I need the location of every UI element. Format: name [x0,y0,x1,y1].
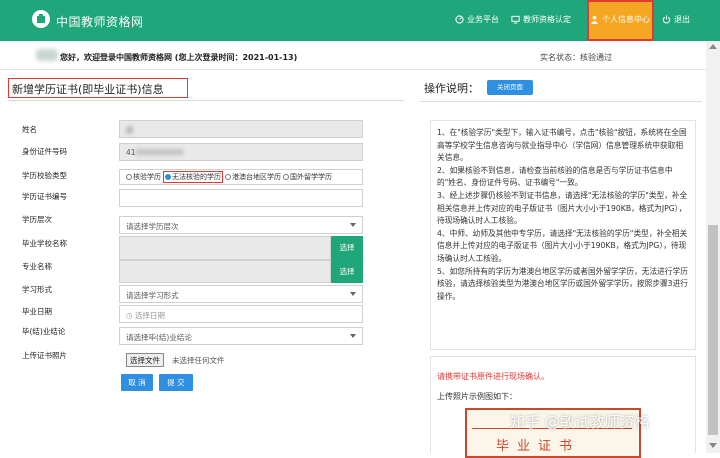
select-major-button[interactable]: 选择 [331,260,363,283]
nav-label: 退出 [674,15,690,24]
realname-status: 实名状态：核验通过 [540,53,612,62]
scrollbar-thumb[interactable] [708,225,718,435]
nav-label: 个人信息中心 [602,15,650,24]
cancel-button[interactable]: 取 消 [121,374,153,391]
name-field: 蔡 [119,120,363,138]
photo-label: 上传证书照片 [22,351,67,360]
nav-teacher-cert[interactable]: 教师资格认定 [511,14,571,25]
study-form-label: 学习形式 [22,285,52,294]
dashboard-icon [455,15,464,24]
select-school-button[interactable]: 选择 [331,236,363,260]
grad-date-label: 毕业日期 [22,307,52,316]
power-icon [662,15,671,24]
nav-personal-center[interactable]: 个人信息中心 [590,14,650,25]
instruction-item: 4、中师、幼师及其他中专学历，请选择"无法核验的学历"类型，补全相关信息并上传对… [437,228,688,263]
instruction-item: 5、如您所持有的学历为港澳台地区学历或者国外留学学历，无法进行学历核验，请选择核… [437,266,688,301]
verify-type-radio-group: 核验学历 无法核验的学历 港澳台地区学历 国外留学学历 [119,169,363,185]
warning-text: 请携带证书原件进行现场确认。 [437,372,549,381]
close-page-button[interactable]: 关闭页面 [487,80,533,95]
radio-verify-degree[interactable]: 核验学历 [126,172,161,182]
school-input[interactable] [119,236,331,260]
id-number-label: 身份证件号码 [22,147,67,156]
user-icon [590,15,599,24]
verify-type-label: 学历校验类型 [22,171,67,180]
radio-hk-macau-taiwan-degree[interactable]: 港澳台地区学历 [225,172,281,182]
study-form-select[interactable]: 请选择学习形式 [119,285,363,303]
sample-label: 上传照片示例图如下： [437,392,517,401]
watermark: 知乎 @敏试教师资格 [510,413,650,431]
major-input[interactable] [119,260,331,283]
conclusion-select[interactable]: 请选择毕(结)业结论 [119,327,363,345]
id-number-field: 410000000000 [119,143,363,161]
radio-overseas-degree[interactable]: 国外留学学历 [283,172,332,182]
user-name-blurred [36,49,58,61]
instructions-panel: 1、在"核验学历"类型下，输入证书编号，点击"核验"按钮，系统将在全国高等学校学… [430,120,696,350]
radio-unverifiable-degree[interactable]: 无法核验的学历 [163,171,223,183]
clock-icon: ◷ [126,311,135,320]
conclusion-label: 毕(结)业结论 [22,327,66,336]
instructions-title: 操作说明： [424,82,479,95]
cert-number-input[interactable] [119,189,363,207]
welcome-message: 您好，欢迎登录中国教师资格网 (您上次登录时间：2021-01-13) [60,53,298,62]
cert-number-label: 学历证书编号 [22,192,67,201]
scroll-up-icon[interactable] [709,44,717,49]
submit-button[interactable]: 提 交 [159,374,193,391]
site-brand[interactable]: 中国教师资格网 [56,13,144,30]
name-label: 姓名 [22,125,37,134]
form-title: 新增学历证书(即毕业证书)信息 [8,78,188,98]
nav-business-platform[interactable]: 业务平台 [455,14,499,25]
school-label: 毕业学校名称 [22,239,67,248]
choose-file-button[interactable]: 选择文件 [126,353,164,367]
instruction-item: 1、在"核验学历"类型下，输入证书编号，点击"核验"按钮，系统将在全国高等学校学… [437,128,687,163]
nav-label: 业务平台 [467,15,499,24]
major-label: 专业名称 [22,262,52,271]
scroll-down-icon[interactable] [709,443,717,448]
chevron-down-icon [350,292,356,296]
file-status: 未选择任何文件 [172,356,225,365]
divider [0,69,706,70]
monitor-icon [511,15,520,24]
nav-label: 教师资格认定 [523,15,571,24]
grad-date-picker[interactable]: ◷ 选择日期 [119,305,363,323]
logo-icon[interactable] [32,10,50,28]
chevron-down-icon [350,223,356,227]
divider [8,100,404,101]
instruction-item: 3、经上述步骤仍核验不到证书信息，请选择"无法核验的学历"类型，补全相关信息并上… [437,190,688,226]
sample-certificate-title: 毕业证书 [496,439,581,454]
chevron-down-icon [350,334,356,338]
level-select[interactable]: 请选择学历层次 [119,216,363,234]
level-label: 学历层次 [22,215,52,224]
nav-logout[interactable]: 退出 [662,14,690,25]
divider [420,101,702,102]
instruction-item: 2、如果核验不到信息，请检查当前核验的信息是否与学历证书信息中的"姓名、身份证件… [437,165,673,188]
